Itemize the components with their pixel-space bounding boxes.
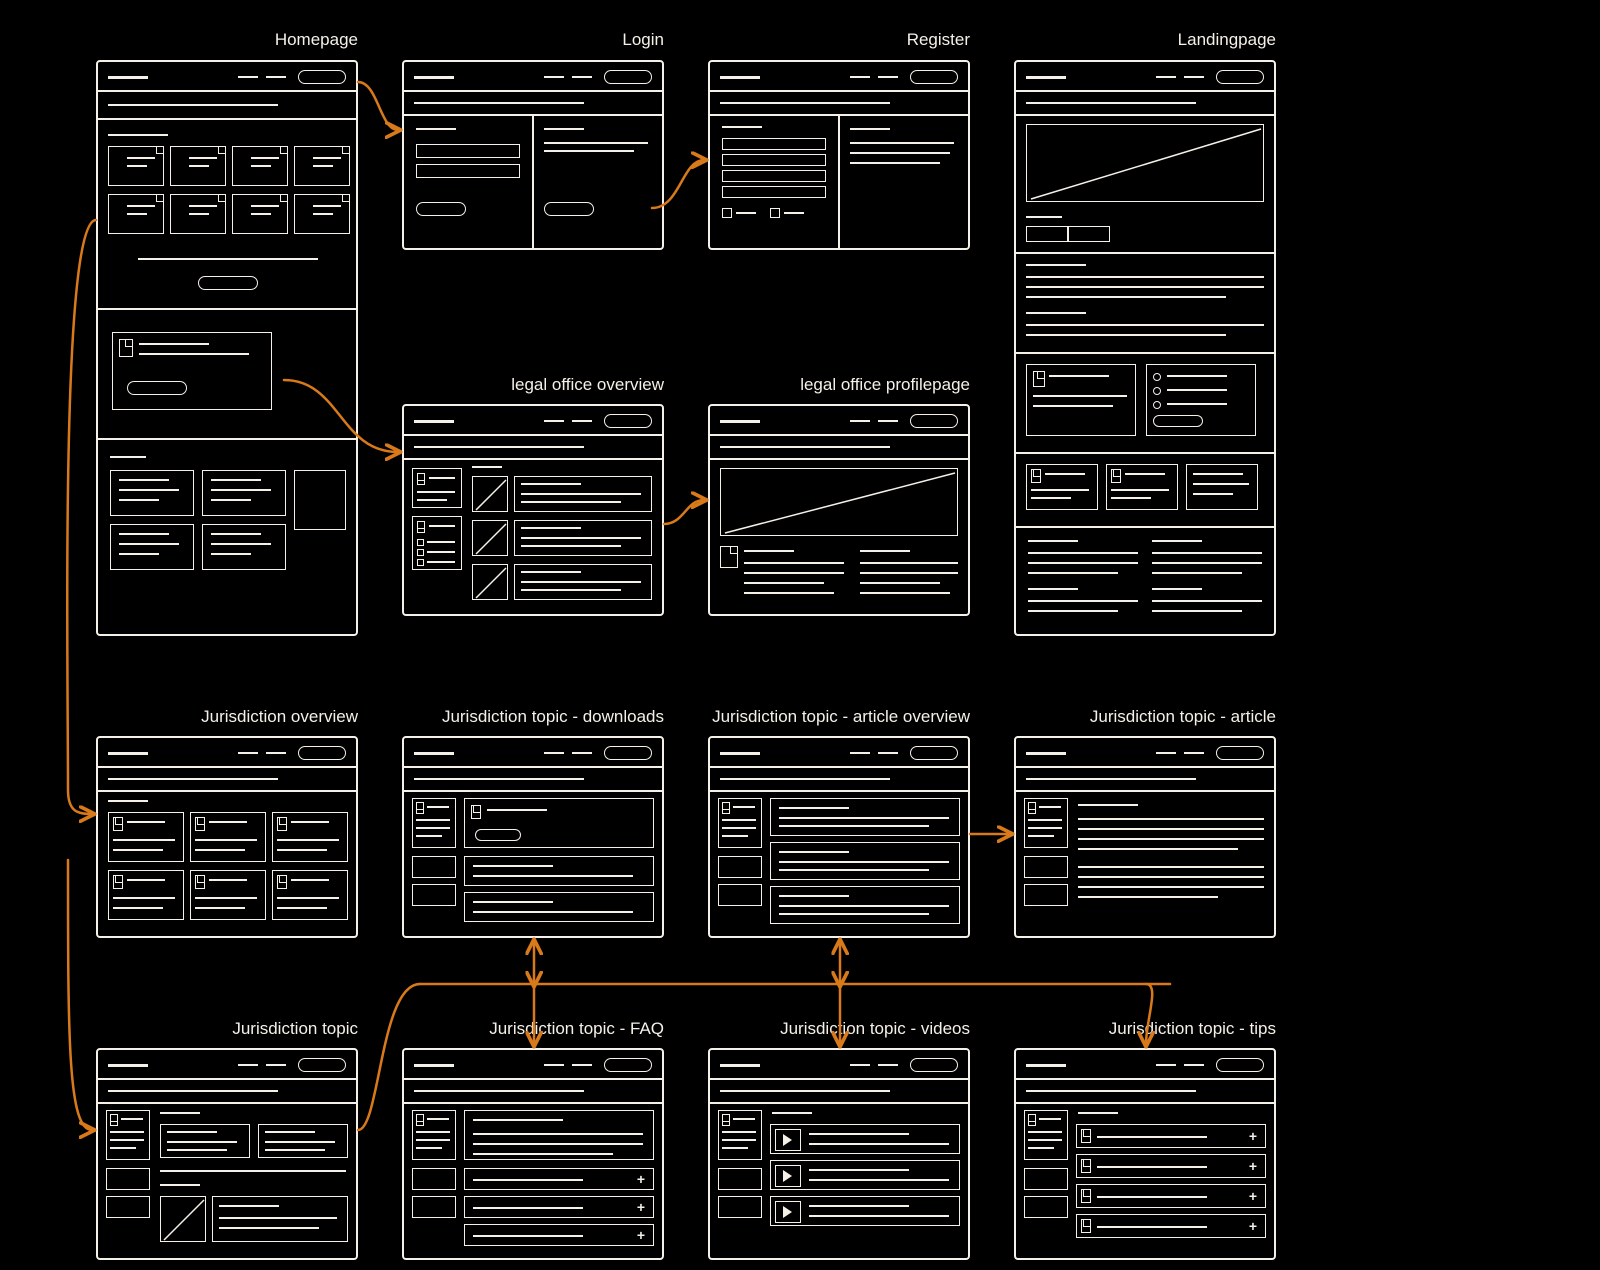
- wireframe-register[interactable]: [708, 60, 970, 250]
- label-jur-downloads: Jurisdiction topic - downloads: [402, 707, 664, 727]
- label-jur-videos: Jurisdiction topic - videos: [708, 1019, 970, 1039]
- wireframe-legal-overview[interactable]: [402, 404, 664, 616]
- label-register: Register: [708, 30, 970, 50]
- play-icon: [783, 1206, 792, 1218]
- wireframe-jur-videos[interactable]: [708, 1048, 970, 1260]
- label-jur-article-overview: Jurisdiction topic - article overview: [708, 707, 970, 727]
- wireframe-jur-downloads[interactable]: [402, 736, 664, 938]
- wireframe-jur-tips[interactable]: + + + +: [1014, 1048, 1276, 1260]
- wireframe-legal-profile[interactable]: [708, 404, 970, 616]
- play-icon: [783, 1134, 792, 1146]
- label-legal-profile: legal office profilepage: [708, 375, 970, 395]
- wireframe-jur-faq[interactable]: + + +: [402, 1048, 664, 1260]
- label-jur-topic: Jurisdiction topic: [96, 1019, 358, 1039]
- label-legal-overview: legal office overview: [402, 375, 664, 395]
- label-jur-faq: Jurisdiction topic - FAQ: [402, 1019, 664, 1039]
- label-jur-article: Jurisdiction topic - article: [1014, 707, 1276, 727]
- play-icon: [783, 1170, 792, 1182]
- wireframe-jur-article-overview[interactable]: [708, 736, 970, 938]
- sitemap-canvas: Homepage Login Register Landingpage lega…: [0, 0, 1600, 1270]
- wireframe-jur-overview[interactable]: [96, 736, 358, 938]
- wireframe-login[interactable]: [402, 60, 664, 250]
- label-jur-tips: Jurisdiction topic - tips: [1014, 1019, 1276, 1039]
- wireframe-jur-article[interactable]: [1014, 736, 1276, 938]
- label-jur-overview: Jurisdiction overview: [96, 707, 358, 727]
- wireframe-homepage[interactable]: [96, 60, 358, 636]
- label-landing: Landingpage: [1014, 30, 1276, 50]
- label-homepage: Homepage: [0, 30, 358, 50]
- label-login: Login: [402, 30, 664, 50]
- wireframe-landingpage[interactable]: [1014, 60, 1276, 636]
- wireframe-jur-topic[interactable]: [96, 1048, 358, 1260]
